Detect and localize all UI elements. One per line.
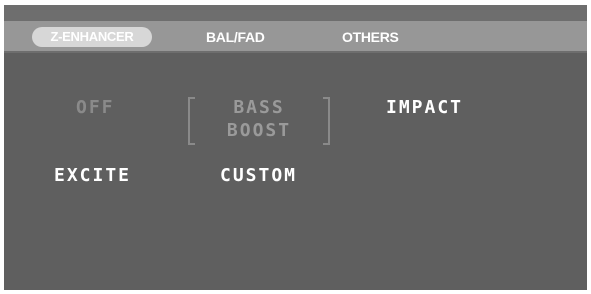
option-custom[interactable]: CUSTOM bbox=[220, 165, 297, 186]
option-impact[interactable]: IMPACT bbox=[386, 97, 463, 118]
selection-bracket-right bbox=[323, 97, 330, 145]
tab-bar: Z-ENHANCER BAL/FAD OTHERS bbox=[4, 5, 587, 53]
option-bass-boost-line2: BOOST bbox=[226, 120, 292, 141]
tab-bal-fad[interactable]: BAL/FAD bbox=[206, 27, 265, 47]
option-bass-boost-line1: BASS bbox=[233, 97, 285, 118]
option-bass-boost[interactable]: BASS BOOST bbox=[188, 95, 330, 145]
option-off[interactable]: OFF bbox=[76, 97, 115, 118]
tab-z-enhancer[interactable]: Z-ENHANCER bbox=[32, 27, 152, 47]
z-enhancer-screen: Z-ENHANCER BAL/FAD OTHERS OFF BASS BOOST… bbox=[4, 5, 587, 290]
tab-others[interactable]: OTHERS bbox=[342, 27, 399, 47]
option-excite[interactable]: EXCITE bbox=[54, 165, 131, 186]
